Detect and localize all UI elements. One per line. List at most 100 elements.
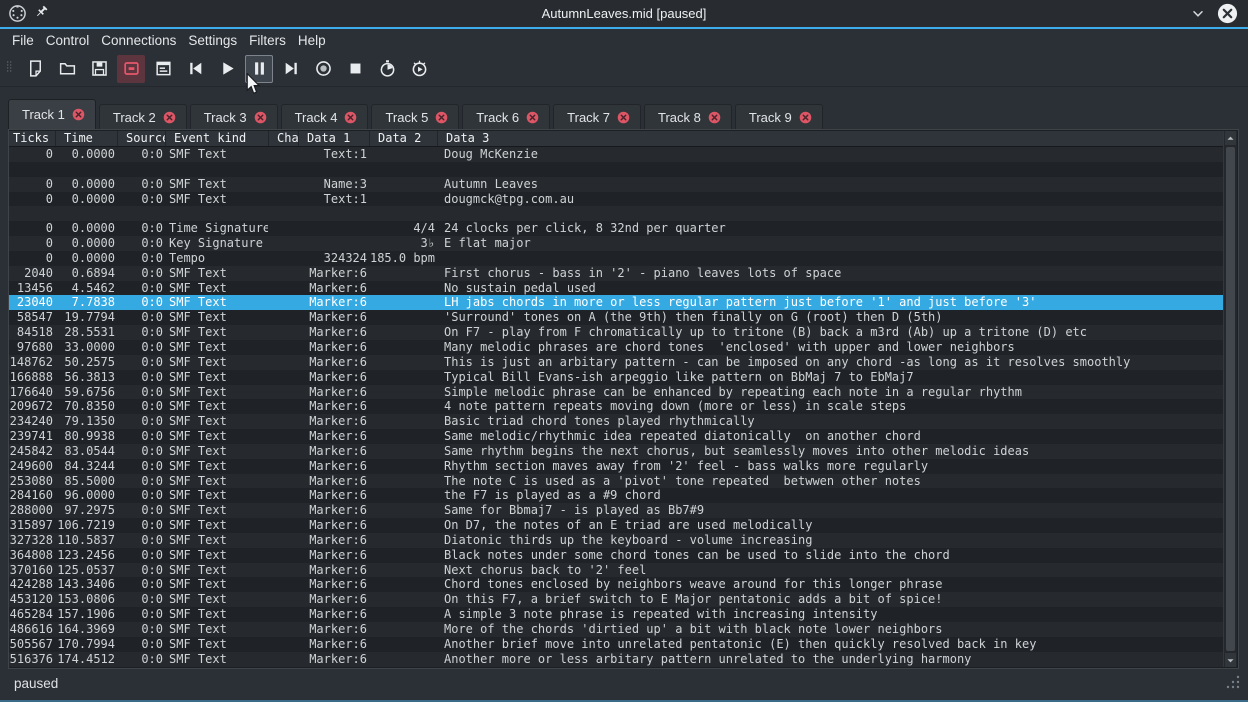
table-row[interactable]: 134564.54620:0SMF TextMarker:6No sustain… xyxy=(9,281,1223,296)
play-button[interactable] xyxy=(213,55,241,83)
record-button[interactable] xyxy=(309,55,337,83)
column-header-data-3[interactable]: Data 3 xyxy=(437,131,1223,146)
tab-track-2[interactable]: Track 2 xyxy=(99,104,187,129)
tab-track-8[interactable]: Track 8 xyxy=(644,104,732,129)
table-row[interactable]: 486616164.39690:0SMF TextMarker:6More of… xyxy=(9,622,1223,637)
cell: Basic triad chord tones played rhythmica… xyxy=(437,414,1223,429)
vertical-scrollbar[interactable] xyxy=(1223,131,1237,667)
menu-filters[interactable]: Filters xyxy=(243,29,292,51)
cell xyxy=(369,548,437,563)
resize-grip-icon[interactable] xyxy=(1224,673,1242,696)
scroll-down-icon[interactable] xyxy=(1225,653,1236,667)
cell xyxy=(369,459,437,474)
stop-button[interactable] xyxy=(341,55,369,83)
open-file-button[interactable] xyxy=(53,55,81,83)
column-header-data-2[interactable]: Data 2 xyxy=(369,131,437,146)
tab-close-icon[interactable] xyxy=(799,111,812,124)
table-row[interactable]: 00.00000:0SMF TextText:1dougmck@tpg.com.… xyxy=(9,192,1223,207)
cell xyxy=(268,607,298,622)
table-row[interactable]: 24960084.32440:0SMF TextMarker:6Rhythm s… xyxy=(9,459,1223,474)
cell: Marker:6 xyxy=(298,533,369,548)
menu-help[interactable]: Help xyxy=(292,29,332,51)
table-row[interactable]: 5854719.77940:0SMF TextMarker:6'Surround… xyxy=(9,310,1223,325)
table-row[interactable]: 25308085.50000:0SMF TextMarker:6The note… xyxy=(9,474,1223,489)
application-window: AutumnLeaves.mid [paused] FileControlCon… xyxy=(0,0,1248,702)
save-file-button[interactable] xyxy=(85,55,113,83)
cell xyxy=(268,577,298,592)
column-header-event-kind[interactable]: Event kind xyxy=(165,131,268,146)
tab-track-5[interactable]: Track 5 xyxy=(371,104,459,129)
table-row[interactable]: 00.00000:0SMF TextText:1Doug McKenzie xyxy=(9,147,1223,162)
titlebar[interactable]: AutumnLeaves.mid [paused] xyxy=(0,0,1248,27)
menu-control[interactable]: Control xyxy=(40,29,96,51)
cell xyxy=(268,325,298,340)
skip-forward-button[interactable] xyxy=(277,55,305,83)
table-row[interactable]: 364808123.24560:0SMF TextMarker:6Black n… xyxy=(9,548,1223,563)
skip-backward-button[interactable] xyxy=(181,55,209,83)
table-row[interactable]: 465284157.19060:0SMF TextMarker:6A simpl… xyxy=(9,607,1223,622)
table-row[interactable]: 28800097.29750:0SMF TextMarker:6Same for… xyxy=(9,503,1223,518)
tab-track-4[interactable]: Track 4 xyxy=(281,104,369,129)
column-header-ticks[interactable]: Ticks xyxy=(9,131,55,146)
tab-track-3[interactable]: Track 3 xyxy=(190,104,278,129)
new-file-button[interactable] xyxy=(21,55,49,83)
tab-track-1[interactable]: Track 1 xyxy=(8,99,96,129)
column-header-chan[interactable]: Chan xyxy=(268,131,298,146)
table-row[interactable]: 327328110.58370:0SMF TextMarker:6Diatoni… xyxy=(9,533,1223,548)
tab-track-6[interactable]: Track 6 xyxy=(462,104,550,129)
tab-close-icon[interactable] xyxy=(617,111,630,124)
tab-close-icon[interactable] xyxy=(254,111,267,124)
table-row[interactable]: 315897106.72190:0SMF TextMarker:6On D7, … xyxy=(9,518,1223,533)
scrollbar-thumb[interactable] xyxy=(1226,147,1235,651)
close-icon[interactable] xyxy=(1217,3,1238,24)
tab-close-icon[interactable] xyxy=(72,108,85,121)
tab-track-9[interactable]: Track 9 xyxy=(735,104,823,129)
table-row[interactable]: 00.00000:0Tempo324324185.0 bpm xyxy=(9,251,1223,266)
table-row[interactable]: 424288143.34060:0SMF TextMarker:6Chord t… xyxy=(9,577,1223,592)
tab-close-icon[interactable] xyxy=(163,111,176,124)
toolbar-drag-handle[interactable] xyxy=(5,56,17,82)
table-row[interactable]: 9768033.00000:0SMF TextMarker:6Many melo… xyxy=(9,340,1223,355)
window-title: AutumnLeaves.mid [paused] xyxy=(0,0,1248,27)
table-row[interactable]: 453120153.08060:0SMF TextMarker:6On this… xyxy=(9,592,1223,607)
alarm-clock-play-button[interactable] xyxy=(405,55,433,83)
column-header-source[interactable]: Source xyxy=(117,131,165,146)
cell xyxy=(369,399,437,414)
clear-events-button[interactable] xyxy=(117,55,145,83)
event-window-button[interactable] xyxy=(149,55,177,83)
scroll-up-icon[interactable] xyxy=(1225,131,1236,145)
menu-settings[interactable]: Settings xyxy=(182,29,243,51)
table-row[interactable]: 16688856.38130:0SMF TextMarker:6Typical … xyxy=(9,370,1223,385)
tab-track-7[interactable]: Track 7 xyxy=(553,104,641,129)
cell xyxy=(268,355,298,370)
cell: SMF Text xyxy=(165,474,268,489)
table-row[interactable]: 28416096.00000:0SMF TextMarker:6the F7 i… xyxy=(9,488,1223,503)
table-row[interactable]: 20967270.83500:0SMF TextMarker:64 note p… xyxy=(9,399,1223,414)
chevron-down-icon[interactable] xyxy=(1190,6,1206,27)
table-row[interactable]: 14876250.25750:0SMF TextMarker:6This is … xyxy=(9,355,1223,370)
table-row[interactable] xyxy=(9,206,1223,221)
table-row[interactable]: 24584283.05440:0SMF TextMarker:6Same rhy… xyxy=(9,444,1223,459)
table-row[interactable]: 20400.68940:0SMF TextMarker:6First choru… xyxy=(9,266,1223,281)
table-row[interactable]: 00.00000:0SMF TextName:3Autumn Leaves xyxy=(9,177,1223,192)
tab-close-icon[interactable] xyxy=(344,111,357,124)
table-row[interactable]: 370160125.05370:0SMF TextMarker:6Next ch… xyxy=(9,563,1223,578)
column-header-time[interactable]: Time xyxy=(55,131,117,146)
table-row[interactable]: 8451828.55310:0SMF TextMarker:6On F7 - p… xyxy=(9,325,1223,340)
tab-close-icon[interactable] xyxy=(526,111,539,124)
menu-connections[interactable]: Connections xyxy=(95,29,182,51)
table-row[interactable]: 17664059.67560:0SMF TextMarker:6Simple m… xyxy=(9,385,1223,400)
timer-button[interactable] xyxy=(373,55,401,83)
table-row[interactable]: 230407.78380:0SMF TextMarker:6LH jabs ch… xyxy=(9,295,1223,310)
table-row[interactable]: 00.00000:0Key Signature3♭E flat major xyxy=(9,236,1223,251)
table-row[interactable]: 23974180.99380:0SMF TextMarker:6Same mel… xyxy=(9,429,1223,444)
column-header-data-1[interactable]: Data 1 xyxy=(298,131,369,146)
table-row[interactable]: 516376174.45120:0SMF TextMarker:6Another… xyxy=(9,652,1223,667)
table-row[interactable]: 505567170.79940:0SMF TextMarker:6Another… xyxy=(9,637,1223,652)
menu-file[interactable]: File xyxy=(6,29,40,51)
table-row[interactable] xyxy=(9,162,1223,177)
table-row[interactable]: 00.00000:0Time Signature4/424 clocks per… xyxy=(9,221,1223,236)
table-row[interactable]: 23424079.13500:0SMF TextMarker:6Basic tr… xyxy=(9,414,1223,429)
tab-close-icon[interactable] xyxy=(435,111,448,124)
tab-close-icon[interactable] xyxy=(708,111,721,124)
